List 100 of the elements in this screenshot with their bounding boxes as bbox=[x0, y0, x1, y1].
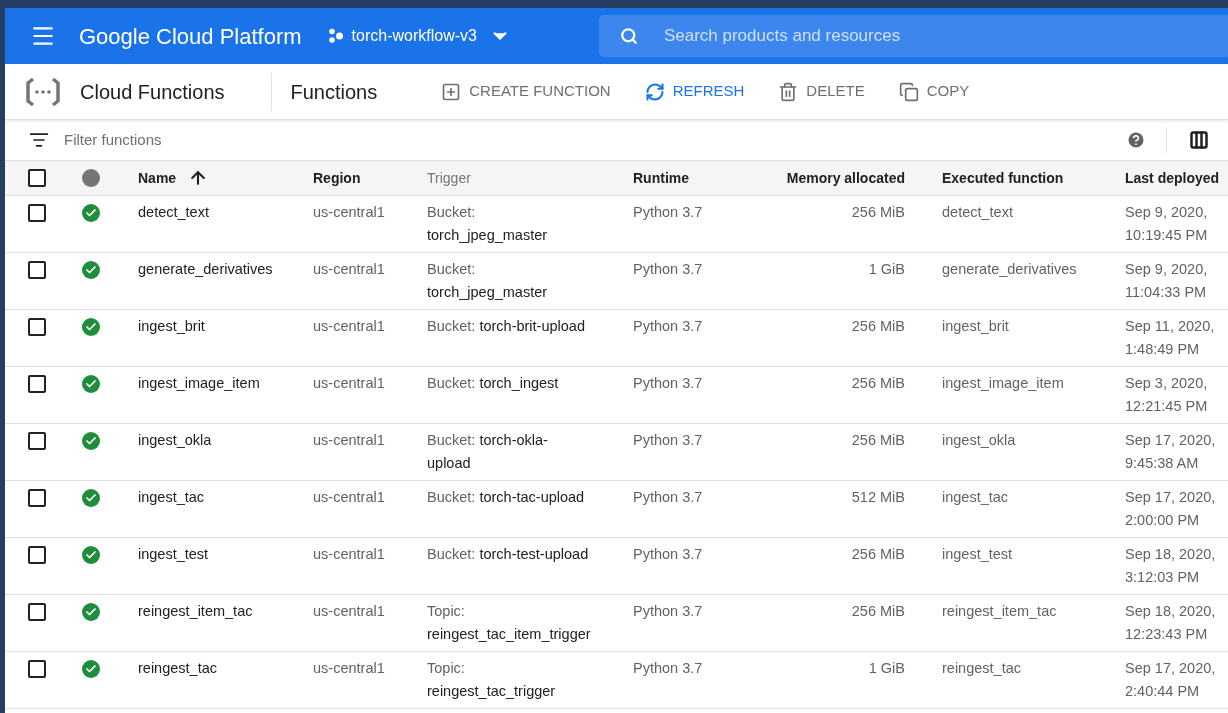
region-cell: us-central1 bbox=[313, 489, 385, 505]
region-cell: us-central1 bbox=[313, 603, 385, 619]
row-checkbox[interactable] bbox=[28, 489, 46, 507]
row-checkbox[interactable] bbox=[28, 169, 46, 187]
trigger-cell-text: Bucket: torch-okla-upload bbox=[427, 431, 549, 473]
region-cell: us-central1 bbox=[313, 660, 385, 676]
last-deployed-cell: Sep 18, 2020, 12:23:43 PM bbox=[1125, 603, 1216, 642]
column-header[interactable]: Name bbox=[138, 167, 177, 189]
column-header: Trigger bbox=[427, 168, 471, 188]
name-cell[interactable]: reingest_tac bbox=[138, 660, 217, 676]
last-deployed-cell: Sep 11, 2020, 1:48:49 PM bbox=[1125, 318, 1215, 357]
executed-function-cell: generate_derivatives bbox=[942, 261, 1077, 277]
row-checkbox[interactable] bbox=[28, 261, 46, 279]
runtime-cell: Python 3.7 bbox=[633, 318, 703, 334]
table-row[interactable]: ingest_tac us-central1 Bucket: torch-tac-upload Python 3.7 512 MiB ingest_tac Sep 17, 2020, 2:00:00 PM bbox=[5, 481, 1228, 538]
runtime-cell: Python 3.7 bbox=[633, 603, 703, 619]
last-deployed-cell: Sep 17, 2020, 2:00:00 PM bbox=[1125, 489, 1216, 528]
table-row[interactable]: reingest_tac us-central1 Topic: reingest_tac_trigger Python 3.7 1 GiB reingest_tac Sep 17, 2020, 2:40:44 PM bbox=[5, 652, 1228, 709]
column-header[interactable]: Last deployed bbox=[1125, 167, 1220, 189]
name-cell[interactable]: generate_derivatives bbox=[138, 261, 273, 277]
filter-field[interactable]: Filter functions bbox=[64, 128, 1126, 152]
refresh-icon bbox=[644, 81, 665, 102]
memory-cell: 1 GiB bbox=[868, 660, 905, 676]
status-header-icon bbox=[82, 169, 100, 187]
row-checkbox[interactable] bbox=[28, 204, 46, 222]
region-cell: us-central1 bbox=[313, 204, 385, 220]
memory-cell: 256 MiB bbox=[851, 546, 905, 562]
name-cell[interactable]: ingest_test bbox=[138, 546, 209, 562]
last-deployed-cell: Sep 17, 2020, 2:40:44 PM bbox=[1125, 660, 1216, 699]
filter-icon bbox=[29, 130, 49, 150]
help-icon[interactable] bbox=[1126, 130, 1146, 150]
table-row[interactable]: ingest_image_item us-central1 Bucket: torch_ingest Python 3.7 256 MiB ingest_image_item Sep 3, 2020, 12:21:45 PM bbox=[5, 367, 1228, 424]
trigger-cell-text: Bucket: torch-brit-upload bbox=[427, 317, 585, 336]
executed-function-cell: ingest_tac bbox=[942, 489, 1009, 505]
executed-function-cell: reingest_item_tac bbox=[942, 603, 1057, 619]
memory-cell: 512 MiB bbox=[851, 489, 905, 505]
last-deployed-cell: Sep 17, 2020, 9:45:38 AM bbox=[1125, 432, 1216, 471]
executed-function-cell: ingest_image_item bbox=[942, 375, 1064, 391]
table-row[interactable]: generate_derivatives us-central1 Bucket: torch_jpeg_master Python 3.7 1 GiB generate_derivatives Sep 9, 2020, 11:04:33 PM bbox=[5, 253, 1228, 310]
trash-icon bbox=[778, 81, 799, 102]
executed-function-cell: ingest_brit bbox=[942, 318, 1009, 334]
runtime-cell: Python 3.7 bbox=[633, 261, 703, 277]
runtime-cell: Python 3.7 bbox=[633, 546, 703, 562]
trigger-cell-text: Bucket: torch-tac-upload bbox=[427, 488, 585, 507]
region-cell: us-central1 bbox=[313, 432, 385, 448]
runtime-cell: Python 3.7 bbox=[633, 204, 703, 220]
service-title: Cloud Functions bbox=[80, 79, 225, 105]
column-header[interactable]: Region bbox=[313, 167, 361, 189]
last-deployed-cell: Sep 18, 2020, 3:12:03 PM bbox=[1125, 546, 1216, 585]
name-cell[interactable]: ingest_image_item bbox=[138, 375, 260, 391]
runtime-cell: Python 3.7 bbox=[633, 432, 703, 448]
runtime-cell: Python 3.7 bbox=[633, 489, 703, 505]
column-header[interactable]: Executed function bbox=[942, 167, 1064, 189]
column-header[interactable]: Memory allocated bbox=[786, 167, 905, 189]
memory-cell: 256 MiB bbox=[851, 318, 905, 334]
memory-cell: 256 MiB bbox=[851, 204, 905, 220]
table-row[interactable]: reingest_item_tac us-central1 Topic: reingest_tac_item_trigger Python 3.7 256 MiB reingest_item_tac Sep 18, 2020, 12:23:43 PM bbox=[5, 595, 1228, 652]
trigger-cell-text: Bucket: torch_jpeg_master bbox=[427, 260, 549, 302]
row-checkbox[interactable] bbox=[28, 375, 46, 393]
row-checkbox[interactable] bbox=[28, 603, 46, 621]
trigger-cell-text: Bucket: torch_ingest bbox=[427, 374, 559, 393]
table-row[interactable]: ingest_okla us-central1 Bucket: torch-okla-upload Python 3.7 256 MiB ingest_okla Sep 17, 2020, 9:45:38 AM bbox=[5, 424, 1228, 481]
last-deployed-cell: Sep 9, 2020, 10:19:45 PM bbox=[1125, 204, 1208, 243]
table-row[interactable]: detect_text us-central1 Bucket: torch_jpeg_master Python 3.7 256 MiB detect_text Sep 9, 2020, 10:19:45 PM bbox=[5, 196, 1228, 253]
trigger-cell-text: Topic: reingest_tac_item_trigger bbox=[427, 602, 589, 644]
runtime-cell: Python 3.7 bbox=[633, 660, 703, 676]
column-display-icon[interactable] bbox=[1189, 130, 1209, 150]
executed-function-cell: ingest_okla bbox=[942, 432, 1016, 448]
plus-icon bbox=[441, 81, 462, 102]
row-checkbox[interactable] bbox=[28, 546, 46, 564]
product-title: Google Cloud Platform bbox=[79, 22, 302, 51]
last-deployed-cell: Sep 9, 2020, 11:04:33 PM bbox=[1125, 261, 1208, 300]
name-cell[interactable]: ingest_tac bbox=[138, 489, 205, 505]
runtime-cell: Python 3.7 bbox=[633, 375, 703, 391]
memory-cell: 256 MiB bbox=[851, 603, 905, 619]
name-cell[interactable]: reingest_item_tac bbox=[138, 603, 253, 619]
memory-cell: 1 GiB bbox=[868, 261, 905, 277]
row-checkbox[interactable] bbox=[28, 318, 46, 336]
search-field[interactable]: Search products and resources bbox=[598, 15, 1228, 57]
functions-logo-icon bbox=[25, 76, 61, 107]
region-cell: us-central1 bbox=[313, 318, 385, 334]
refresh-button[interactable]: REFRESH bbox=[642, 76, 747, 107]
column-header[interactable]: Runtime bbox=[633, 167, 689, 189]
memory-cell: 256 MiB bbox=[851, 432, 905, 448]
region-cell: us-central1 bbox=[313, 375, 385, 391]
last-deployed-cell: Sep 3, 2020, 12:21:45 PM bbox=[1125, 375, 1208, 414]
copy-icon bbox=[898, 81, 919, 102]
memory-cell: 256 MiB bbox=[851, 375, 905, 391]
trigger-cell-text: Bucket: torch-test-upload bbox=[427, 545, 589, 564]
executed-function-cell: reingest_tac bbox=[942, 660, 1021, 676]
project-selector[interactable]: torch-workflow-v3 bbox=[327, 24, 511, 48]
page-title: Functions bbox=[290, 79, 378, 105]
row-checkbox[interactable] bbox=[28, 432, 46, 450]
name-cell[interactable]: ingest_okla bbox=[138, 432, 212, 448]
executed-function-cell: ingest_test bbox=[942, 546, 1013, 562]
name-cell[interactable]: detect_text bbox=[138, 204, 209, 220]
name-cell[interactable]: ingest_brit bbox=[138, 318, 205, 334]
row-checkbox[interactable] bbox=[28, 660, 46, 678]
table-row[interactable]: ingest_brit us-central1 Bucket: torch-brit-upload Python 3.7 256 MiB ingest_brit Sep 11, 2020, 1:48:49 PM bbox=[5, 310, 1228, 367]
table-row[interactable]: ingest_test us-central1 Bucket: torch-test-upload Python 3.7 256 MiB ingest_test Sep 18, 2020, 3:12:03 PM bbox=[5, 538, 1228, 595]
